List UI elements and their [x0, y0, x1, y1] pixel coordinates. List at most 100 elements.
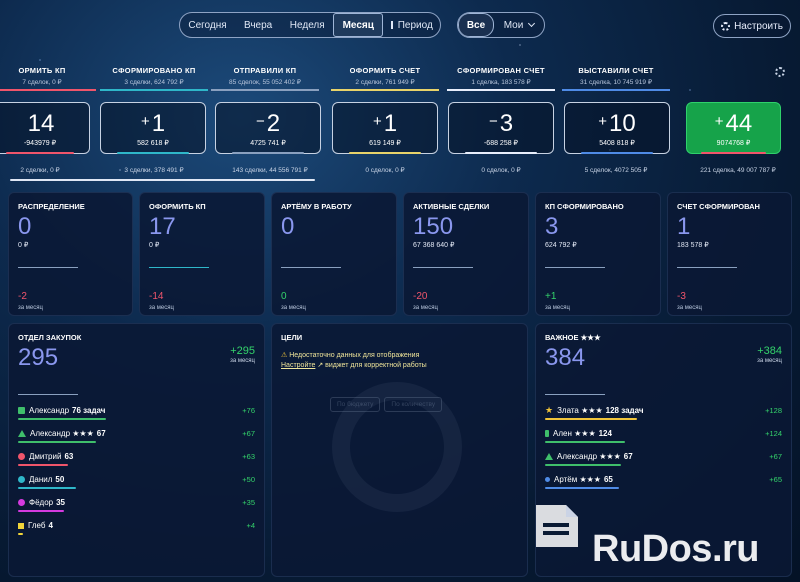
- employee-row[interactable]: Глеб 4 +4: [18, 519, 255, 542]
- employee-row[interactable]: Дмитрий 63 +63: [18, 450, 255, 473]
- employee-name: Ален ★★★: [553, 429, 596, 438]
- gauge-placeholder: [332, 382, 462, 512]
- stage-name: СФОРМИРОВАНО КП: [112, 66, 196, 75]
- metric-tile[interactable]: СЧЕТ СФОРМИРОВАН 1 183 578 ₽ -3 за месяц: [667, 192, 792, 316]
- warning-icon: ⚠: [281, 352, 290, 359]
- tile-amount: 624 792 ₽: [545, 242, 577, 249]
- period-month-tab[interactable]: Месяц: [333, 13, 384, 37]
- tile-value: 0: [18, 213, 32, 240]
- flag-icon: [18, 522, 24, 529]
- tile-delta-label: за месяц: [149, 305, 174, 311]
- employee-name: Александр ★★★: [30, 429, 94, 438]
- watermark-logo-icon: [536, 505, 578, 547]
- tile-amount: 67 368 640 ₽: [413, 242, 455, 249]
- funnel-scrollbar[interactable]: [10, 179, 315, 181]
- employee-row[interactable]: ★ Злата ★★★ 128 задач +128: [545, 404, 782, 427]
- tile-title: СЧЕТ СФОРМИРОВАН: [677, 202, 760, 211]
- tile-divider: [413, 267, 473, 268]
- funnel-total-card[interactable]: +44 9074768 ₽: [686, 102, 781, 154]
- card-underline: [580, 152, 654, 154]
- sprout-icon: [545, 430, 549, 437]
- tile-delta: -3: [677, 291, 686, 302]
- employee-row[interactable]: Данил 50 +50: [18, 473, 255, 496]
- stage-name: СФОРМИРОВАН СЧЕТ: [457, 66, 545, 75]
- funnel-card[interactable]: 14 -943979 ₽: [0, 102, 90, 154]
- employee-bar: [18, 510, 64, 512]
- employee-delta: +4: [246, 521, 255, 530]
- period-today-tab[interactable]: Сегодня: [180, 13, 235, 37]
- employee-bar: [18, 441, 96, 443]
- employee-bar: [545, 464, 621, 466]
- employee-delta: +67: [242, 429, 255, 438]
- square-icon: [18, 407, 25, 414]
- card-underline: [231, 152, 305, 154]
- gear-icon: [721, 21, 731, 31]
- metric-tile[interactable]: РАСПРЕДЕЛЕНИЕ 0 0 ₽ -2 за месяц: [8, 192, 133, 316]
- card-value: −3: [488, 110, 514, 137]
- settings-button[interactable]: Настроить: [713, 14, 791, 38]
- stage-bottom-summary: 2 сделки, 0 ₽: [20, 167, 60, 174]
- stage-color-line: [100, 89, 208, 91]
- stage-color-line: [0, 89, 96, 91]
- funnel-card[interactable]: +1 582 618 ₽: [100, 102, 206, 154]
- employee-bar: [545, 418, 637, 420]
- employee-row[interactable]: Ален ★★★ 124 +124: [545, 427, 782, 450]
- tile-delta: 0: [281, 291, 287, 302]
- card-amount: 582 618 ₽: [137, 140, 169, 147]
- scope-all-tab[interactable]: Все: [458, 13, 494, 37]
- employee-row[interactable]: Александр ★★★ 67 +67: [545, 450, 782, 473]
- metric-tile[interactable]: АРТЁМУ В РАБОТУ 0 0 за месяц: [271, 192, 397, 316]
- funnel-card[interactable]: +10 5408 818 ₽: [564, 102, 670, 154]
- tile-amount: 0 ₽: [18, 242, 29, 249]
- employee-row[interactable]: Фёдор 35 +35: [18, 496, 255, 519]
- panel-delta: +295: [230, 345, 255, 357]
- metric-tile[interactable]: ОФОРМИТЬ КП 17 0 ₽ -14 за месяц: [139, 192, 265, 316]
- goals-warning-text: Недостаточно данных для отображения: [289, 352, 420, 359]
- watermark-text: RuDos.ru: [592, 528, 760, 570]
- tile-title: АРТЁМУ В РАБОТУ: [281, 202, 352, 211]
- card-value: +10: [598, 110, 636, 137]
- period-custom-tab[interactable]: Период: [383, 13, 440, 37]
- employee-delta: +63: [242, 452, 255, 461]
- goals-panel[interactable]: ЦЕЛИ ⚠ Недостаточно данных для отображен…: [271, 323, 528, 577]
- stage-bottom-summary: 0 сделок, 0 ₽: [365, 167, 405, 174]
- tile-title: КП СФОРМИРОВАНО: [545, 202, 624, 211]
- period-yesterday-tab[interactable]: Вчера: [235, 13, 281, 37]
- tile-value: 150: [413, 213, 454, 240]
- funnel-card[interactable]: −2 4725 741 ₽: [215, 102, 321, 154]
- stage-summary: 2 сделки, 761 949 ₽: [355, 79, 415, 86]
- employee-row[interactable]: Артём ★★★ 65 +65: [545, 473, 782, 496]
- metric-tile[interactable]: КП СФОРМИРОВАНО 3 624 792 ₽ +1 за месяц: [535, 192, 661, 316]
- employee-count: 65: [603, 475, 613, 484]
- panel-value: 384: [545, 344, 586, 371]
- metric-tile[interactable]: АКТИВНЫЕ СДЕЛКИ 150 67 368 640 ₽ -20 за …: [403, 192, 529, 316]
- calendar-icon: [390, 21, 393, 29]
- panel-divider: [545, 394, 605, 395]
- funnel-card[interactable]: −3 -688 258 ₽: [448, 102, 554, 154]
- procurement-panel[interactable]: ОТДЕЛ ЗАКУПОК 295 +295 за месяц Александ…: [8, 323, 265, 577]
- triangle-icon: [18, 430, 26, 437]
- panel-title: ВАЖНОЕ ★★★: [545, 333, 601, 342]
- funnel-stage: СФОРМИРОВАНО КП 3 сделки, 624 792 ₽: [94, 66, 214, 91]
- goals-hint: Настройте ↗ виджет для корректной работы: [281, 361, 427, 369]
- employee-count: 67: [96, 429, 106, 438]
- scope-selector: Все Мои: [457, 12, 545, 38]
- goals-hint-text: виджет для корректной работы: [325, 362, 427, 369]
- tile-title: ОФОРМИТЬ КП: [149, 202, 206, 211]
- external-link-icon: ↗: [315, 362, 326, 369]
- funnel-card[interactable]: +1 619 149 ₽: [332, 102, 438, 154]
- tile-amount: 183 578 ₽: [677, 242, 709, 249]
- panel-divider: [18, 394, 78, 395]
- tile-divider: [149, 267, 209, 268]
- employee-name: Александр ★★★: [557, 452, 621, 461]
- employee-row[interactable]: Александр 76 задач +76: [18, 404, 255, 427]
- panel-delta-label: за месяц: [757, 358, 782, 364]
- employee-row[interactable]: Александр ★★★ 67 +67: [18, 427, 255, 450]
- configure-link[interactable]: Настройте: [281, 362, 315, 369]
- scope-mine-dropdown[interactable]: Мои: [494, 13, 544, 37]
- stage-color-line: [211, 89, 319, 91]
- card-underline: [116, 152, 190, 154]
- period-week-tab[interactable]: Неделя: [281, 13, 333, 37]
- panel-title: ЦЕЛИ: [281, 333, 303, 342]
- employee-bar: [18, 533, 23, 535]
